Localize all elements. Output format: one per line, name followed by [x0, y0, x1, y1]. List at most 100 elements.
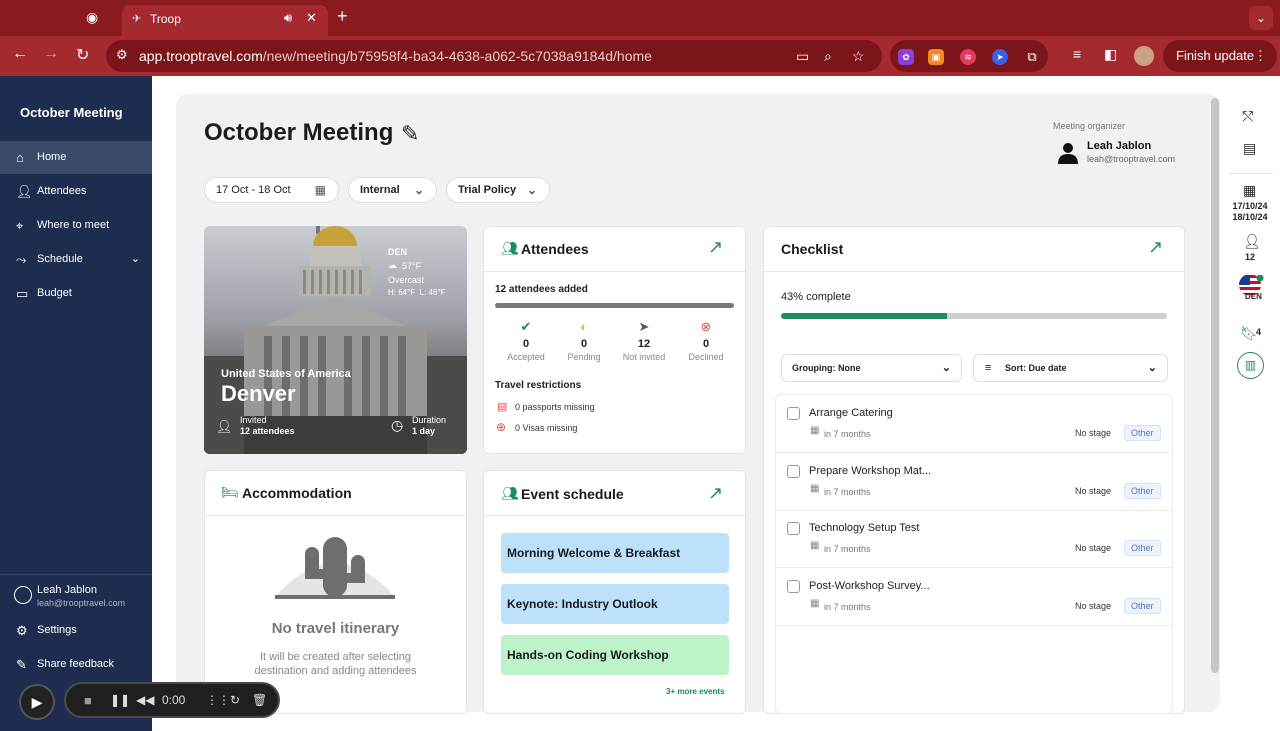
task-checkbox[interactable] — [787, 580, 800, 593]
restart-icon[interactable]: ↻ — [230, 693, 240, 707]
task-category-badge[interactable]: Other — [1124, 425, 1161, 441]
extension-3-icon[interactable]: ≋ — [960, 49, 976, 65]
forward-icon[interactable]: → — [43, 45, 59, 63]
open-arrow-icon[interactable]: ↗ — [708, 483, 723, 504]
calendar-icon: ▦ — [810, 540, 820, 551]
meeting-type-select[interactable]: Internal ⌄ — [348, 177, 437, 203]
sort-select[interactable]: ≡ Sort: Due date ⌄ — [973, 354, 1168, 382]
destination-code: DEN — [388, 247, 408, 257]
chevron-down-icon: ⌄ — [413, 183, 424, 197]
task-item[interactable]: Arrange Catering ▦ in 7 months No stage … — [776, 396, 1172, 453]
extension-1-icon[interactable]: ✿ — [898, 49, 914, 65]
task-name: Prepare Workshop Mat... — [809, 465, 932, 477]
gear-icon: ⚙ — [16, 623, 28, 638]
zoom-icon[interactable]: ⌕ — [824, 48, 832, 65]
browser-tab-troop[interactable]: ✈ Troop 🔊︎ ✕ — [122, 5, 328, 36]
back-icon[interactable]: ← — [12, 45, 28, 63]
profile-avatar[interactable] — [1134, 46, 1154, 66]
rail-divider — [1229, 173, 1273, 174]
side-panel-icon[interactable]: ◧ — [1104, 46, 1117, 63]
more-events-link[interactable]: 3+ more events — [666, 687, 724, 696]
troop-favicon-icon: ✈ — [132, 13, 142, 25]
task-stage[interactable]: No stage — [1075, 486, 1111, 496]
site-settings-icon[interactable]: ⚙ — [116, 47, 128, 63]
extension-4-icon[interactable]: ➤ — [992, 49, 1008, 65]
sidebar-item-schedule[interactable]: ⤳ Schedule ⌄ — [0, 243, 152, 276]
address-bar[interactable]: ⚙ app.trooptravel.com/new/meeting/b75958… — [106, 40, 882, 72]
media-controls-icon[interactable]: ≡ — [1073, 46, 1081, 62]
task-checkbox[interactable] — [787, 407, 800, 420]
scrollbar[interactable] — [1211, 98, 1219, 673]
task-item[interactable]: Post-Workshop Survey... ▦ in 7 months No… — [776, 569, 1172, 626]
sidebar-item-share-feedback[interactable]: ✎ Share feedback — [0, 648, 152, 681]
rail-destination-code: DEN — [1245, 292, 1262, 301]
new-tab-icon[interactable]: + — [337, 6, 348, 27]
recording-tab-icon[interactable]: ◉ — [86, 9, 104, 27]
finish-update-button[interactable]: Finish update ⋮ — [1163, 40, 1277, 72]
camera-record-icon[interactable]: ▶ — [19, 684, 55, 720]
rewind-icon[interactable]: ◀◀ — [136, 693, 154, 707]
globe-icon: ⊕ — [496, 420, 507, 434]
sidebar-item-where-to-meet[interactable]: ⌖ Where to meet — [0, 209, 152, 242]
task-category-badge[interactable]: Other — [1124, 540, 1161, 556]
organizer-email: leah@trooptravel.com — [1087, 154, 1176, 164]
checklist-card-title: Checklist — [781, 241, 844, 257]
task-stage[interactable]: No stage — [1075, 428, 1111, 438]
task-stage[interactable]: No stage — [1075, 601, 1111, 611]
bed-icon: 🛏︎ — [221, 484, 239, 500]
extensions-puzzle-icon[interactable]: ⧉ — [1024, 49, 1040, 65]
policy-select[interactable]: Trial Policy ⌄ — [446, 177, 550, 203]
close-tab-icon[interactable]: ✕ — [306, 10, 317, 26]
event-item[interactable]: Morning Welcome & Breakfast — [501, 533, 729, 573]
attendees-added-text: 12 attendees added — [495, 284, 588, 295]
sidebar-item-home[interactable]: ⌂ Home — [0, 141, 152, 174]
stop-icon[interactable]: ■ — [84, 693, 92, 708]
person-icon[interactable]: 👤︎ — [1243, 233, 1261, 250]
speaker-icon[interactable]: 🔊︎ — [284, 10, 292, 26]
trash-icon[interactable]: 🗑︎ — [252, 693, 267, 707]
task-category-badge[interactable]: Other — [1124, 483, 1161, 499]
task-checkbox[interactable] — [787, 522, 800, 535]
attendees-card-title: Attendees — [521, 241, 589, 257]
cast-icon[interactable]: ▭ — [796, 48, 809, 65]
date-range-select[interactable]: 17 Oct - 18 Oct ▦ — [204, 177, 339, 203]
duration-label: Duration — [412, 415, 447, 425]
task-item[interactable]: Technology Setup Test ▦ in 7 months No s… — [776, 511, 1172, 568]
sidebar-item-settings[interactable]: ⚙ Settings — [0, 614, 152, 647]
open-arrow-icon[interactable]: ↗ — [708, 237, 723, 258]
user-avatar[interactable] — [14, 586, 32, 604]
organizer-name: Leah Jablon — [1087, 140, 1152, 152]
rail-bookmark-count: 4 — [1256, 327, 1262, 337]
event-item[interactable]: Keynote: Industry Outlook — [501, 584, 729, 624]
recording-time: 0:00 — [162, 693, 186, 707]
open-arrow-icon[interactable]: ↗ — [1148, 237, 1163, 258]
grid-icon[interactable]: ⋮⋮ — [206, 693, 230, 707]
calendar-icon[interactable]: ▦ — [1243, 182, 1256, 199]
sidebar-item-attendees[interactable]: 👤︎ Attendees — [0, 175, 152, 208]
task-checkbox[interactable] — [787, 465, 800, 478]
clock-icon: ◷ — [391, 417, 404, 433]
destination-hero[interactable]: DEN ☁ 57°F Overcast H: 64°F L: 46°F Unit… — [204, 226, 467, 454]
task-stage[interactable]: No stage — [1075, 543, 1111, 553]
grouping-select[interactable]: Grouping: None ⌄ — [781, 354, 962, 382]
passport-icon: ▤ — [497, 401, 508, 413]
event-item[interactable]: Hands-on Coding Workshop — [501, 635, 729, 675]
tab-search-chevron-icon[interactable]: ⌄ — [1249, 6, 1273, 30]
task-category-badge[interactable]: Other — [1124, 598, 1161, 614]
calendar-icon: ▦ — [314, 183, 326, 197]
sidebar-item-budget[interactable]: ▭ Budget — [0, 277, 152, 310]
share-icon[interactable]: ⤲ — [1242, 108, 1253, 125]
edit-title-icon[interactable]: ✎ — [401, 121, 419, 147]
clipboard-icon[interactable]: ▤ — [1243, 140, 1256, 157]
checklist-progress-bar — [781, 313, 1167, 319]
task-item[interactable]: Prepare Workshop Mat... ▦ in 7 months No… — [776, 454, 1172, 511]
task-due: in 7 months — [824, 602, 871, 612]
extension-2-icon[interactable]: ▣ — [928, 49, 944, 65]
chevron-down-icon: ⌄ — [130, 253, 140, 265]
stat-accepted: ✔ 0 Accepted — [496, 319, 556, 362]
analytics-icon[interactable]: ▥ — [1237, 352, 1264, 379]
pause-icon[interactable]: ❚❚ — [110, 693, 130, 707]
url-text[interactable]: app.trooptravel.com/new/meeting/b75958f4… — [139, 48, 652, 64]
bookmark-star-icon[interactable]: ☆ — [852, 48, 865, 65]
reload-icon[interactable]: ↻ — [76, 45, 89, 65]
